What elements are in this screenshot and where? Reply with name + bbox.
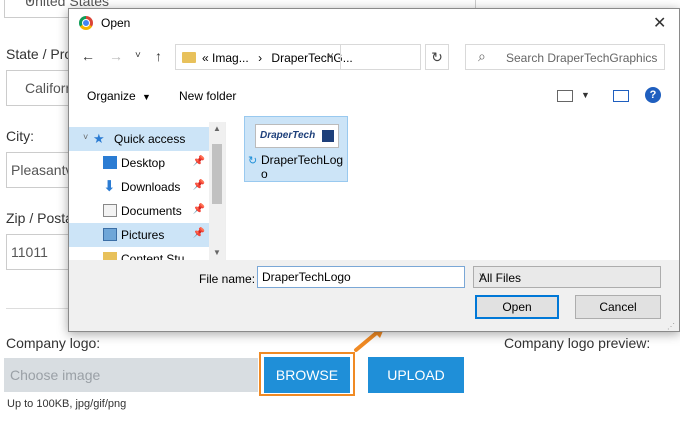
download-arrow-icon: ⬇: [103, 178, 116, 195]
thumbnail-logo-text: DraperTech: [260, 130, 316, 141]
choose-image-placeholder: Choose image: [10, 367, 101, 383]
city-value: Pleasantv: [11, 162, 73, 178]
organize-label: Organize: [87, 89, 136, 103]
search-input[interactable]: ⌕ Search DraperTechGraphics: [465, 44, 665, 70]
pin-icon: 📌: [192, 228, 205, 239]
file-name-input[interactable]: DraperTechLogo: [257, 266, 465, 288]
nav-item-label: Content Stu...: [121, 252, 195, 260]
nav-scrollbar[interactable]: ▲ ▼: [209, 122, 225, 260]
chrome-icon: [79, 16, 93, 30]
nav-item-pictures[interactable]: Pictures 📌: [69, 223, 209, 247]
file-thumbnail: DraperTech: [255, 124, 339, 148]
search-icon: ⌕: [478, 48, 486, 64]
breadcrumb-overflow[interactable]: «: [202, 51, 209, 65]
file-size-hint: Up to 100KB, jpg/gif/png: [7, 398, 127, 410]
company-logo-label: Company logo:: [6, 335, 101, 351]
nav-item-content-studio[interactable]: Content Stu...: [69, 247, 209, 260]
forward-arrow-icon[interactable]: →: [109, 48, 123, 64]
resize-grip-icon[interactable]: ⋰: [667, 322, 675, 331]
search-placeholder: Search DraperTechGraphics: [506, 51, 658, 65]
nav-item-downloads[interactable]: ⬇ Downloads 📌: [69, 175, 209, 199]
cancel-button[interactable]: Cancel: [575, 295, 661, 319]
chevron-right-icon: ›: [258, 51, 263, 65]
scroll-up-icon[interactable]: ▲: [213, 124, 221, 133]
recent-locations-chevron-icon[interactable]: ˅: [135, 50, 141, 61]
file-name: DraperTechLogo: [261, 153, 344, 181]
dialog-bottom-bar: File name: DraperTechLogo All Files ˅ Op…: [69, 260, 679, 331]
help-icon[interactable]: ?: [645, 87, 661, 103]
chevron-down-icon[interactable]: ˅: [83, 132, 88, 142]
chevron-down-icon: ▼: [142, 92, 151, 102]
up-arrow-icon[interactable]: ↑: [155, 48, 162, 64]
dialog-title: Open: [101, 16, 131, 30]
chevron-down-icon: ▼: [25, 0, 35, 6]
chevron-down-icon[interactable]: ▼: [581, 90, 590, 100]
dialog-titlebar: Open ✕: [69, 9, 679, 37]
star-icon: ★: [93, 131, 105, 146]
folder-icon: [103, 252, 117, 260]
logo-mark-icon: [322, 130, 334, 142]
zip-label: Zip / Posta: [6, 210, 73, 226]
sync-icon: ↻: [248, 155, 258, 167]
breadcrumb-segment[interactable]: Imag...: [212, 51, 249, 65]
browse-button[interactable]: BROWSE: [264, 357, 350, 393]
organize-menu[interactable]: Organize ▼: [87, 89, 151, 103]
nav-item-label: Pictures: [121, 228, 165, 242]
logo-preview-label: Company logo preview:: [504, 335, 651, 351]
close-icon[interactable]: ✕: [653, 13, 666, 33]
refresh-icon[interactable]: ↻: [425, 44, 449, 70]
new-folder-button[interactable]: New folder: [179, 89, 236, 103]
open-button[interactable]: Open: [475, 295, 559, 319]
file-name-label: File name:: [199, 272, 256, 286]
pin-icon: 📌: [192, 180, 205, 191]
scrollbar-thumb[interactable]: [212, 144, 222, 204]
pin-icon: 📌: [192, 156, 205, 167]
address-dropdown-icon[interactable]: ˅: [321, 44, 341, 70]
choose-image-input[interactable]: Choose image: [4, 358, 258, 392]
nav-item-quick-access[interactable]: ˅ ★ Quick access: [69, 127, 209, 151]
zip-value: 11011: [11, 244, 48, 260]
scroll-down-icon[interactable]: ▼: [213, 248, 221, 257]
navigation-pane: ˅ ★ Quick access Desktop 📌 ⬇ Downloads 📌…: [69, 122, 226, 260]
chevron-down-icon: ˅: [479, 271, 485, 282]
open-file-dialog: Open ✕ ← → ˅ ↑ « Imag... › DraperTechG..…: [68, 8, 680, 332]
nav-item-label: Downloads: [121, 180, 181, 194]
pin-icon: 📌: [192, 204, 205, 215]
file-item[interactable]: DraperTech ↻ DraperTechLogo: [244, 116, 348, 182]
documents-icon: [103, 204, 117, 217]
file-type-select[interactable]: All Files ˅: [473, 266, 661, 288]
address-bar[interactable]: « Imag... › DraperTechG...: [175, 44, 421, 70]
city-label: City:: [6, 128, 34, 144]
upload-button[interactable]: UPLOAD: [368, 357, 464, 393]
preview-pane-icon[interactable]: [613, 90, 629, 102]
view-options-icon[interactable]: [557, 90, 573, 102]
nav-item-desktop[interactable]: Desktop 📌: [69, 151, 209, 175]
back-arrow-icon[interactable]: ←: [81, 48, 95, 64]
nav-item-label: Desktop: [121, 156, 166, 170]
nav-item-label: Documents: [121, 204, 182, 218]
nav-item-label: Quick access: [114, 132, 186, 146]
folder-icon: [182, 52, 196, 63]
state-label: State / Pro: [6, 46, 73, 62]
divider: [6, 308, 68, 309]
pictures-icon: [103, 228, 117, 241]
nav-item-documents[interactable]: Documents 📌: [69, 199, 209, 223]
state-value: Californ: [25, 80, 74, 96]
desktop-icon: [103, 156, 117, 169]
